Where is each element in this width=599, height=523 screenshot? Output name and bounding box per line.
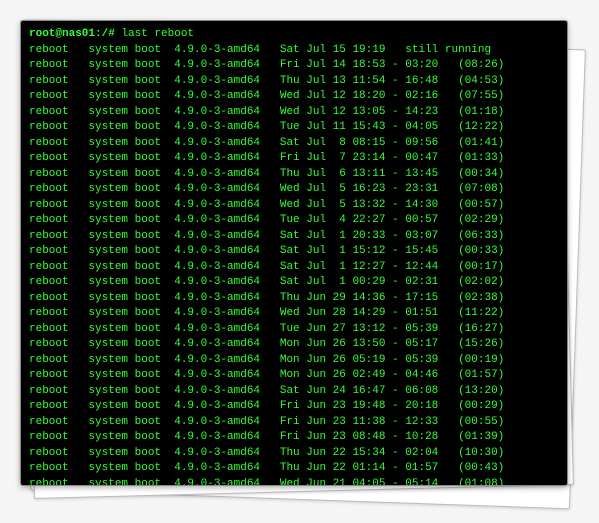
terminal-window: root@nas01:/# last reboot reboot system …	[20, 20, 568, 486]
table-row: reboot system boot 4.9.0-3-amd64 Tue Jul…	[29, 120, 559, 136]
table-row: reboot system boot 4.9.0-3-amd64 Fri Jul…	[29, 58, 559, 74]
prompt-prefix: root@nas01:/#	[29, 28, 121, 40]
table-row: reboot system boot 4.9.0-3-amd64 Sat Jul…	[29, 43, 559, 59]
command-text: last reboot	[121, 28, 194, 40]
table-row: reboot system boot 4.9.0-3-amd64 Sat Jul…	[29, 275, 559, 291]
table-row: reboot system boot 4.9.0-3-amd64 Sat Jul…	[29, 229, 559, 245]
table-row: reboot system boot 4.9.0-3-amd64 Wed Jun…	[29, 477, 559, 487]
table-row: reboot system boot 4.9.0-3-amd64 Wed Jul…	[29, 105, 559, 121]
table-row: reboot system boot 4.9.0-3-amd64 Fri Jun…	[29, 415, 559, 431]
output-rows: reboot system boot 4.9.0-3-amd64 Sat Jul…	[29, 43, 559, 487]
prompt-line-top: root@nas01:/# last reboot	[29, 27, 559, 43]
table-row: reboot system boot 4.9.0-3-amd64 Thu Jun…	[29, 291, 559, 307]
table-row: reboot system boot 4.9.0-3-amd64 Mon Jun…	[29, 337, 559, 353]
screenshot-stack: root@nas01:/# last reboot reboot system …	[20, 20, 579, 503]
table-row: reboot system boot 4.9.0-3-amd64 Fri Jun…	[29, 399, 559, 415]
table-row: reboot system boot 4.9.0-3-amd64 Thu Jun…	[29, 446, 559, 462]
table-row: reboot system boot 4.9.0-3-amd64 Sat Jul…	[29, 136, 559, 152]
table-row: reboot system boot 4.9.0-3-amd64 Thu Jun…	[29, 461, 559, 477]
table-row: reboot system boot 4.9.0-3-amd64 Mon Jun…	[29, 353, 559, 369]
table-row: reboot system boot 4.9.0-3-amd64 Mon Jun…	[29, 368, 559, 384]
table-row: reboot system boot 4.9.0-3-amd64 Thu Jul…	[29, 74, 559, 90]
table-row: reboot system boot 4.9.0-3-amd64 Sat Jun…	[29, 384, 559, 400]
table-row: reboot system boot 4.9.0-3-amd64 Thu Jul…	[29, 167, 559, 183]
table-row: reboot system boot 4.9.0-3-amd64 Fri Jul…	[29, 151, 559, 167]
table-row: reboot system boot 4.9.0-3-amd64 Tue Jul…	[29, 213, 559, 229]
table-row: reboot system boot 4.9.0-3-amd64 Tue Jun…	[29, 322, 559, 338]
table-row: reboot system boot 4.9.0-3-amd64 Fri Jun…	[29, 430, 559, 446]
table-row: reboot system boot 4.9.0-3-amd64 Wed Jun…	[29, 306, 559, 322]
table-row: reboot system boot 4.9.0-3-amd64 Wed Jul…	[29, 182, 559, 198]
table-row: reboot system boot 4.9.0-3-amd64 Sat Jul…	[29, 244, 559, 260]
table-row: reboot system boot 4.9.0-3-amd64 Sat Jul…	[29, 260, 559, 276]
table-row: reboot system boot 4.9.0-3-amd64 Wed Jul…	[29, 89, 559, 105]
table-row: reboot system boot 4.9.0-3-amd64 Wed Jul…	[29, 198, 559, 214]
